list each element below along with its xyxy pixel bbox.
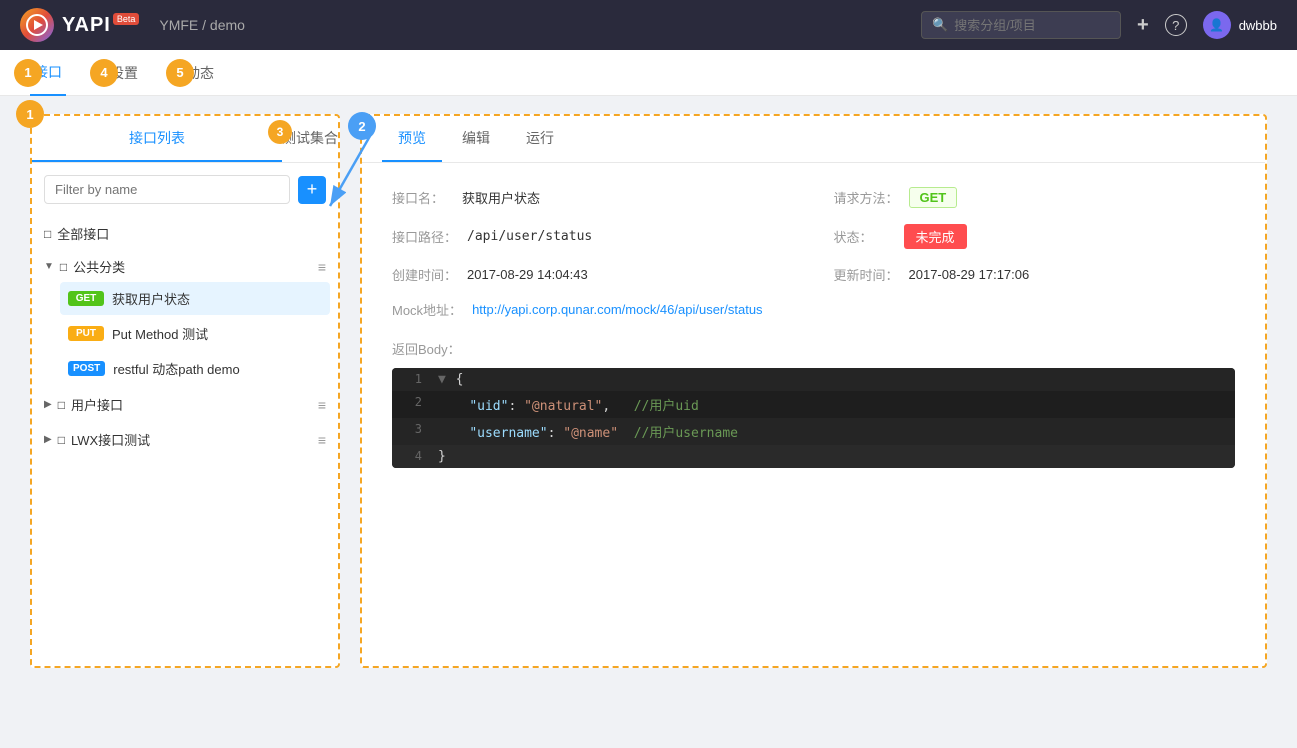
updated-value: 2017-08-29 17:17:06 <box>909 267 1030 282</box>
method-badge-put: PUT <box>68 326 104 341</box>
api-path-value: /api/user/status <box>467 229 592 244</box>
logo-area: YAPI Beta <box>20 8 139 42</box>
right-tabs: 预览 编辑 运行 <box>362 116 1265 163</box>
mock-url[interactable]: http://yapi.corp.qunar.com/mock/46/api/u… <box>472 302 762 317</box>
api-tree: □ 全部接口 ▼ □ 公共分类 ≡ GET 获取用户状态 <box>32 216 338 455</box>
request-method-label: 请求方法： <box>834 188 899 207</box>
right-panel: 预览 编辑 运行 接口名： 获取用户状态 请求方法： GET 接口路径： /ap… <box>360 114 1267 668</box>
group-header-left: ▶ □ 用户接口 <box>44 395 123 414</box>
return-body-section: 返回Body： 1 ▼ { 2 "uid": "@natural", //用户u… <box>392 339 1235 468</box>
group-header-left: ▶ □ LWX接口测试 <box>44 430 150 449</box>
annotation-5: 5 <box>166 59 194 87</box>
tab-test-suite[interactable]: 测试集合 <box>282 116 338 162</box>
add-api-button[interactable]: + <box>298 176 326 204</box>
logo-text: YAPI <box>62 14 111 37</box>
code-line-3: 3 "username": "@name" //用户username <box>392 418 1235 445</box>
search-icon: 🔍 <box>932 17 948 33</box>
group-header-user[interactable]: ▶ □ 用户接口 ≡ <box>40 389 330 420</box>
info-row-status: 状态： 未完成 <box>834 224 1236 249</box>
folder-icon: □ <box>58 433 65 447</box>
group-header-public[interactable]: ▼ □ 公共分类 ≡ <box>40 251 330 282</box>
api-name-label: 接口名： <box>392 188 452 207</box>
method-badge: GET <box>909 187 958 208</box>
help-icon[interactable]: ? <box>1165 14 1187 36</box>
user-name: dwbbb <box>1239 18 1277 33</box>
group-menu-icon[interactable]: ≡ <box>318 397 326 413</box>
tree-items-public: GET 获取用户状态 PUT Put Method 测试 POST restfu… <box>40 282 330 385</box>
group-menu-icon[interactable]: ≡ <box>318 432 326 448</box>
method-badge-get: GET <box>68 291 104 306</box>
api-path-label: 接口路径： <box>392 227 457 246</box>
tree-group-user: ▶ □ 用户接口 ≡ <box>40 389 330 420</box>
annotation-1-panel: 1 <box>16 100 44 128</box>
breadcrumb[interactable]: YMFE / demo <box>159 17 245 33</box>
header: YAPI Beta YMFE / demo 🔍 + ? 👤 dwbbb <box>0 0 1297 50</box>
folder-icon: □ <box>44 227 51 241</box>
plus-icon[interactable]: + <box>1137 14 1149 37</box>
header-right: 🔍 + ? 👤 dwbbb <box>921 11 1277 39</box>
group-label-user: 用户接口 <box>71 395 123 414</box>
triangle-icon: ▶ <box>44 434 52 445</box>
tab-api-list[interactable]: 接口列表 <box>32 116 282 162</box>
info-row-path: 接口路径： /api/user/status <box>392 224 794 249</box>
api-name: Put Method 测试 <box>112 324 208 343</box>
folder-icon: □ <box>58 398 65 412</box>
beta-badge: Beta <box>113 13 140 25</box>
group-header-lwx[interactable]: ▶ □ LWX接口测试 ≡ <box>40 424 330 455</box>
code-editor: 1 ▼ { 2 "uid": "@natural", //用户uid 3 "us… <box>392 368 1235 468</box>
tree-group-public: ▼ □ 公共分类 ≡ GET 获取用户状态 PUT Put Meth <box>40 251 330 385</box>
return-body-label: 返回Body： <box>392 339 1235 358</box>
list-item[interactable]: GET 获取用户状态 <box>60 282 330 315</box>
content-area: 接口名： 获取用户状态 请求方法： GET 接口路径： /api/user/st… <box>362 163 1265 492</box>
panel-tabs: 接口列表 3 测试集合 <box>32 116 338 163</box>
header-left: YAPI Beta YMFE / demo <box>20 8 245 42</box>
annotation-4: 4 <box>90 59 118 87</box>
method-badge-post: POST <box>68 361 105 376</box>
info-row-name: 接口名： 获取用户状态 <box>392 187 794 208</box>
group-header-left: ▼ □ 公共分类 <box>44 257 125 276</box>
tree-root-all[interactable]: □ 全部接口 <box>40 216 330 251</box>
logo-icon <box>20 8 54 42</box>
all-apis-label: 全部接口 <box>57 224 109 243</box>
triangle-icon: ▶ <box>44 399 52 410</box>
code-line-4: 4 } <box>392 445 1235 468</box>
info-row-updated: 更新时间： 2017-08-29 17:17:06 <box>834 265 1236 284</box>
triangle-icon: ▼ <box>44 261 54 272</box>
api-name-value: 获取用户状态 <box>462 188 540 207</box>
tab-run[interactable]: 运行 <box>510 116 570 162</box>
tree-group-lwx: ▶ □ LWX接口测试 ≡ <box>40 424 330 455</box>
updated-label: 更新时间： <box>834 265 899 284</box>
annotation-1: 1 <box>14 59 42 87</box>
avatar: 👤 <box>1203 11 1231 39</box>
group-label-lwx: LWX接口测试 <box>71 430 150 449</box>
code-line-1: 1 ▼ { <box>392 368 1235 391</box>
tab-edit[interactable]: 编辑 <box>446 116 506 162</box>
list-item[interactable]: PUT Put Method 测试 <box>60 317 330 350</box>
status-label: 状态： <box>834 227 894 246</box>
filter-input[interactable] <box>44 175 290 204</box>
filter-area: + <box>32 163 338 216</box>
info-row-created: 创建时间： 2017-08-29 14:04:43 <box>392 265 794 284</box>
sub-nav: 1 接口 4 设置 5 动态 <box>0 50 1297 96</box>
info-row-method: 请求方法： GET <box>834 187 1236 208</box>
status-badge: 未完成 <box>904 224 967 249</box>
group-menu-icon[interactable]: ≡ <box>318 259 326 275</box>
mock-label: Mock地址： <box>392 300 462 319</box>
group-label-public: 公共分类 <box>73 257 125 276</box>
left-panel: 1 接口列表 3 测试集合 + □ 全部接口 ▼ <box>30 114 340 668</box>
api-name: restful 动态path demo <box>113 359 239 378</box>
api-name: 获取用户状态 <box>112 289 190 308</box>
search-bar[interactable]: 🔍 <box>921 11 1121 39</box>
user-area[interactable]: 👤 dwbbb <box>1203 11 1277 39</box>
created-label: 创建时间： <box>392 265 457 284</box>
folder-icon: □ <box>60 260 67 274</box>
list-item[interactable]: POST restful 动态path demo <box>60 352 330 385</box>
created-value: 2017-08-29 14:04:43 <box>467 267 588 282</box>
code-line-2: 2 "uid": "@natural", //用户uid <box>392 391 1235 418</box>
annotation-2: 2 <box>348 112 376 140</box>
annotation-3: 3 <box>268 120 292 144</box>
search-input[interactable] <box>954 18 1104 33</box>
tab-preview[interactable]: 预览 <box>382 116 442 162</box>
mock-row: Mock地址： http://yapi.corp.qunar.com/mock/… <box>392 300 1235 319</box>
